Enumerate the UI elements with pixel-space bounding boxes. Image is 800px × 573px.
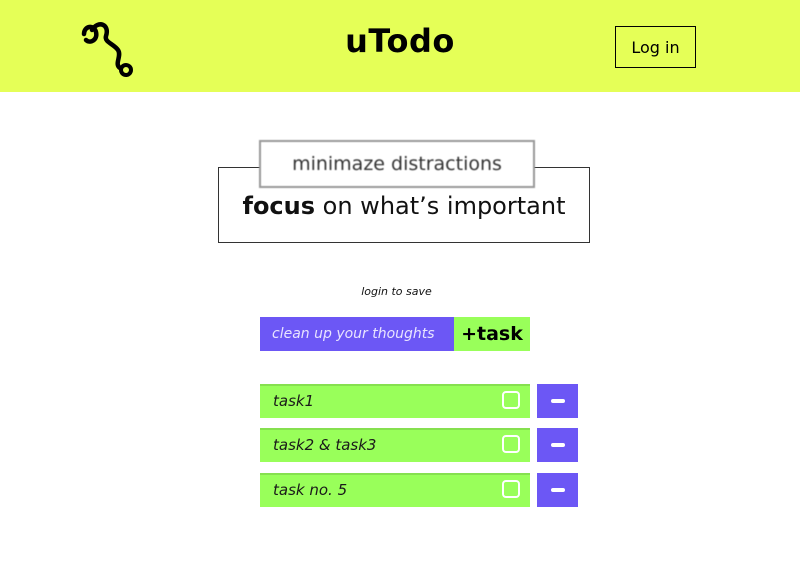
task-row: task no. 5 <box>260 473 578 507</box>
minus-icon <box>551 488 565 492</box>
app-header: uTodo Log in <box>0 0 800 92</box>
task-label: task no. 5 <box>273 481 348 499</box>
remove-task-button[interactable] <box>537 384 578 418</box>
add-task-button[interactable]: +task <box>454 317 530 351</box>
hero-headline-bold: focus <box>242 192 316 220</box>
task-checkbox[interactable] <box>502 435 520 453</box>
task-checkbox[interactable] <box>502 391 520 409</box>
login-button[interactable]: Log in <box>615 26 696 68</box>
new-task-input[interactable] <box>260 317 454 351</box>
save-hint: login to save <box>361 285 432 298</box>
minus-icon <box>551 443 565 447</box>
hero-subtitle: minimaze distractions <box>259 140 535 188</box>
remove-task-button[interactable] <box>537 428 578 462</box>
task-label: task1 <box>273 392 315 410</box>
remove-task-button[interactable] <box>537 473 578 507</box>
task-bar: task no. 5 <box>260 473 530 507</box>
hero-headline: focus on what’s important <box>218 192 590 220</box>
task-row: task1 <box>260 384 578 418</box>
hero-headline-rest: on what’s important <box>315 192 566 220</box>
task-bar: task1 <box>260 384 530 418</box>
task-row: task2 & task3 <box>260 428 578 462</box>
minus-icon <box>551 399 565 403</box>
task-bar: task2 & task3 <box>260 428 530 462</box>
task-label: task2 & task3 <box>273 436 377 454</box>
task-checkbox[interactable] <box>502 480 520 498</box>
